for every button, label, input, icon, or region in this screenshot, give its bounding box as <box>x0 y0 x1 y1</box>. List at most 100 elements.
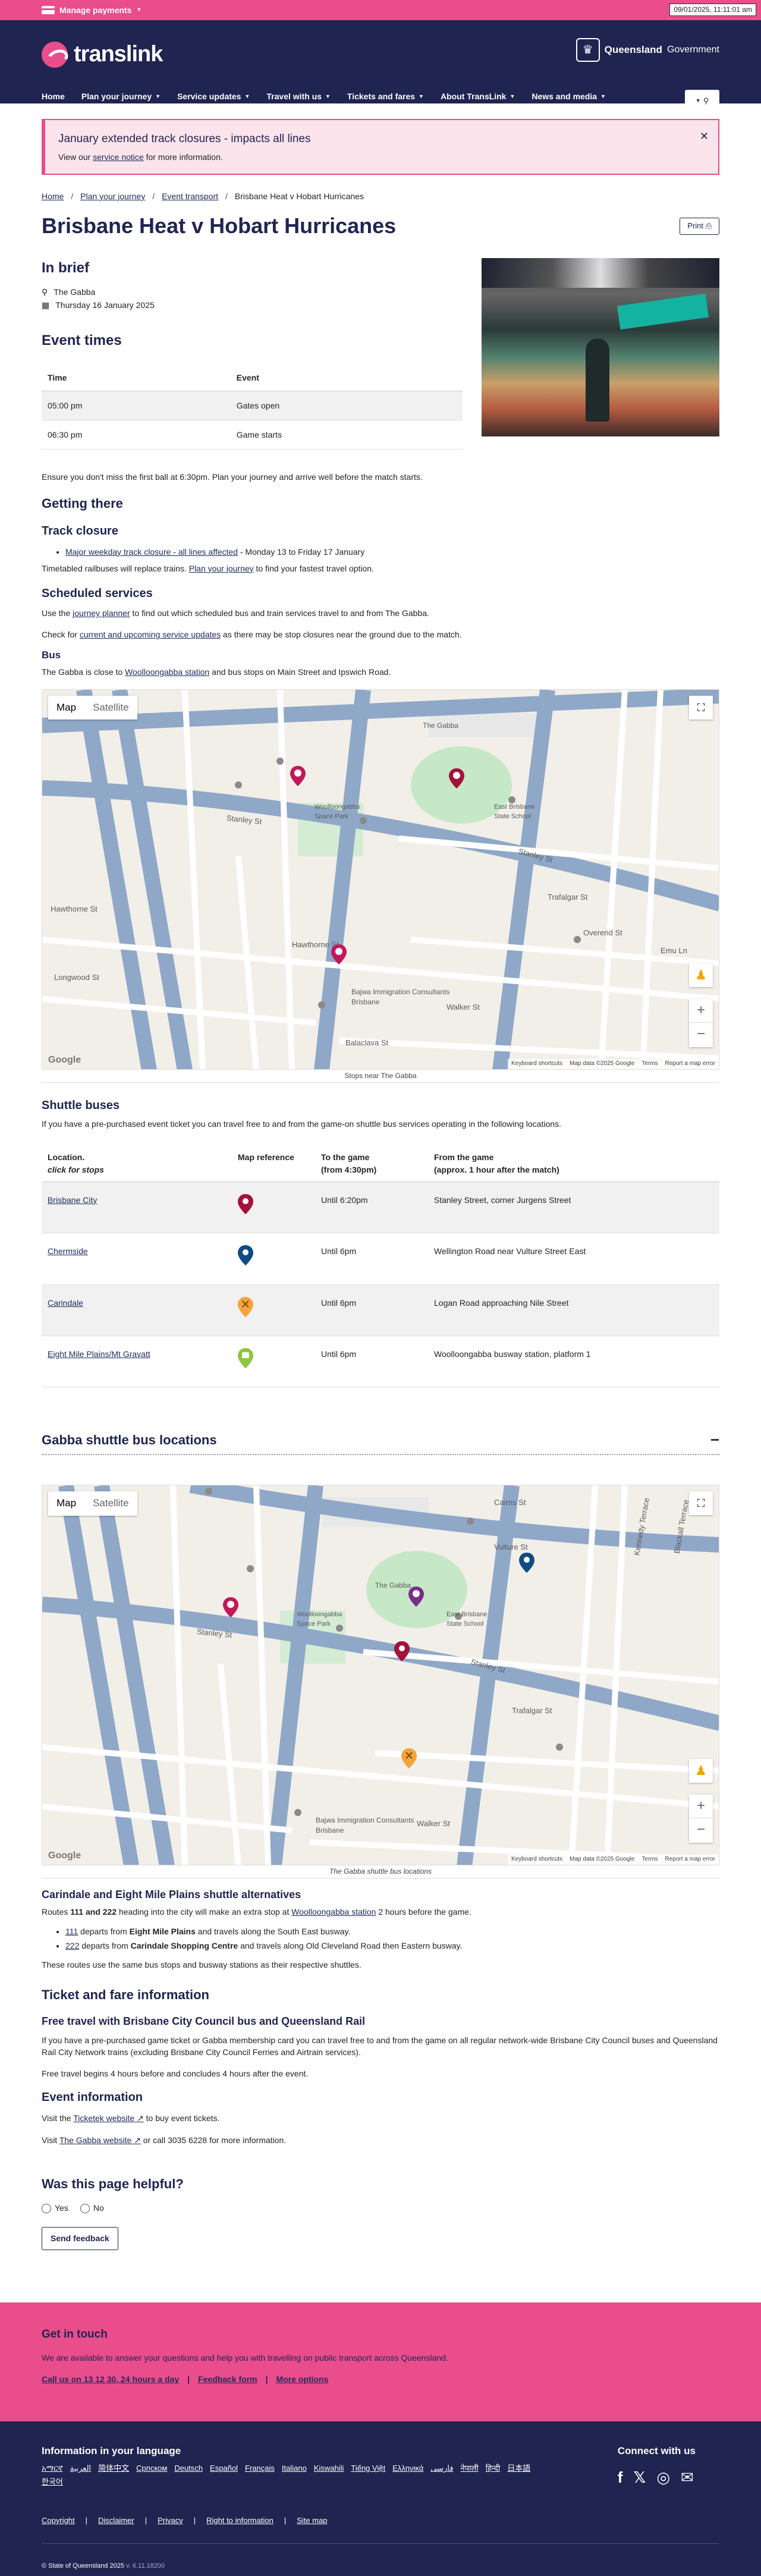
divider: | <box>193 2515 196 2525</box>
woolloongabba-link[interactable]: Woolloongabba station <box>291 1907 376 1917</box>
chermside-shuttle-pin[interactable] <box>519 1552 534 1573</box>
lang-link[interactable]: 简体中文 <box>98 2463 129 2474</box>
fullscreen-icon[interactable]: ⛶ <box>689 1491 713 1515</box>
feedback-link[interactable]: Feedback form <box>198 2373 257 2385</box>
closure-link[interactable]: Major weekday track closure - all lines … <box>65 547 238 557</box>
lang-link[interactable]: فارسی <box>430 2463 453 2474</box>
print-button[interactable]: Print ⎙ <box>680 217 719 235</box>
no-radio[interactable]: No <box>80 2202 104 2214</box>
card-icon <box>42 5 55 14</box>
zoom-in-icon[interactable]: + <box>689 1795 713 1818</box>
translink-logo[interactable]: translink <box>42 38 163 71</box>
map-button[interactable]: Map <box>48 1491 84 1516</box>
journey-planner-link[interactable]: journey planner <box>73 608 130 618</box>
service-updates-link[interactable]: current and upcoming service updates <box>80 630 221 639</box>
lang-link[interactable]: Français <box>245 2463 275 2474</box>
alternatives-heading: Carindale and Eight Mile Plains shuttle … <box>42 1889 301 1901</box>
chevron-down-icon: ▼ <box>695 98 701 104</box>
keyboard-shortcuts[interactable]: Keyboard shortcuts <box>511 1855 562 1864</box>
location-link[interactable]: Eight Mile Plains/Mt Gravatt <box>48 1349 150 1359</box>
satellite-button[interactable]: Satellite <box>84 1491 137 1516</box>
footer-link-copyright[interactable]: Copyright <box>42 2515 75 2527</box>
lang-link[interactable]: 한국어 <box>42 2477 63 2488</box>
gabba-link[interactable]: The Gabba website ↗ <box>59 2135 141 2145</box>
nav-service-updates[interactable]: Service updates ▼ <box>177 90 250 102</box>
location-link[interactable]: Carindale <box>48 1298 83 1308</box>
gabba-pin[interactable] <box>408 1586 424 1607</box>
qld-gov-logo[interactable]: ♛ Queensland Government <box>576 38 719 62</box>
pegman-icon[interactable]: ♟ <box>689 963 713 987</box>
terms-link[interactable]: Terms <box>641 1060 658 1069</box>
report-error-link[interactable]: Report a map error <box>665 1060 715 1069</box>
alternatives-text: Routes 111 and 222 heading into the city… <box>42 1906 719 1918</box>
lang-link[interactable]: हिन्दी <box>486 2463 501 2474</box>
x-icon[interactable]: 𝕏 <box>633 2467 646 2489</box>
lang-link[interactable]: Deutsch <box>174 2463 203 2474</box>
lang-link[interactable]: नेपाली <box>461 2463 479 2474</box>
pegman-icon[interactable]: ♟ <box>689 1758 713 1783</box>
printer-icon: ⎙ <box>705 221 712 230</box>
footer-link-sitemap[interactable]: Site map <box>297 2515 327 2527</box>
shuttle-map[interactable]: The Gabba Woolloongabba Space Park East … <box>42 1484 719 1865</box>
alternatives-list: 111 departs from Eight Mile Plains and t… <box>42 1925 719 1952</box>
close-icon[interactable]: ✕ <box>700 128 709 144</box>
service-notice-link[interactable]: service notice <box>93 152 144 162</box>
stops-map[interactable]: The Gabba Woolloongabba Space Park East … <box>42 689 719 1070</box>
search-button[interactable]: ▼ ⚲ <box>685 90 719 112</box>
collapse-icon[interactable]: − <box>710 1429 719 1452</box>
nav-about[interactable]: About TransLink ▼ <box>441 90 515 102</box>
lang-link[interactable]: አማርኛ <box>42 2463 63 2474</box>
lang-link[interactable]: Kiswahili <box>314 2463 344 2474</box>
footer-link-disclaimer[interactable]: Disclaimer <box>98 2515 134 2527</box>
breadcrumb-home[interactable]: Home <box>42 190 64 202</box>
lang-link[interactable]: Ελληνικά <box>392 2463 423 2474</box>
fullscreen-icon[interactable]: ⛶ <box>689 695 713 720</box>
manage-payments-link[interactable]: Manage payments ▼ <box>42 4 141 16</box>
lang-link[interactable]: العربية <box>70 2463 92 2474</box>
zoom-out-icon[interactable]: − <box>689 1023 713 1047</box>
footer-link-rti[interactable]: Right to information <box>206 2515 273 2527</box>
nav-plan[interactable]: Plan your journey ▼ <box>81 90 161 102</box>
instagram-icon[interactable]: ◎ <box>656 2467 670 2489</box>
nav-travel[interactable]: Travel with us ▼ <box>266 90 331 102</box>
lang-link[interactable]: Italiano <box>282 2463 307 2474</box>
location-link[interactable]: Brisbane City <box>48 1195 97 1205</box>
bus-stop-pin[interactable] <box>223 1597 238 1617</box>
woolloongabba-link[interactable]: Woolloongabba station <box>125 667 209 677</box>
bus-stop-pin[interactable] <box>290 765 306 786</box>
nav-tickets[interactable]: Tickets and fares ▼ <box>347 90 424 102</box>
lang-link[interactable]: Tiếng Việt <box>351 2463 385 2474</box>
map-button[interactable]: Map <box>48 696 84 720</box>
carindale-shuttle-pin[interactable] <box>401 1748 417 1768</box>
keyboard-shortcuts[interactable]: Keyboard shortcuts <box>511 1060 562 1069</box>
lang-link[interactable]: Српском <box>136 2463 167 2474</box>
facebook-icon[interactable]: f <box>618 2467 623 2489</box>
plan-journey-link[interactable]: Plan your journey <box>189 564 254 573</box>
satellite-button[interactable]: Satellite <box>84 696 137 720</box>
footer-link-privacy[interactable]: Privacy <box>158 2515 183 2527</box>
brisbane-city-shuttle-pin[interactable] <box>394 1641 410 1661</box>
lang-link[interactable]: 日本語 <box>507 2463 530 2474</box>
more-options-link[interactable]: More options <box>276 2373 329 2385</box>
route-link[interactable]: 222 <box>65 1941 79 1950</box>
call-link[interactable]: Call us on 13 12 30, 24 hours a day <box>42 2373 179 2385</box>
email-icon[interactable]: ✉ <box>681 2467 694 2489</box>
lang-link[interactable]: Español <box>210 2463 238 2474</box>
location-link[interactable]: Chermside <box>48 1246 88 1256</box>
zoom-out-icon[interactable]: − <box>689 1818 713 1842</box>
terms-link[interactable]: Terms <box>641 1855 658 1864</box>
route-link[interactable]: 111 <box>65 1927 78 1936</box>
nav-home[interactable]: Home <box>42 90 65 102</box>
zoom-in-icon[interactable]: + <box>689 999 713 1023</box>
yes-radio[interactable]: Yes <box>42 2202 68 2214</box>
breadcrumb-event-transport[interactable]: Event transport <box>162 190 218 202</box>
breadcrumb-plan[interactable]: Plan your journey <box>80 190 145 202</box>
shuttle-locations-accordion[interactable]: Gabba shuttle bus locations − <box>42 1429 719 1455</box>
bus-stop-pin[interactable] <box>331 944 347 965</box>
nav-news[interactable]: News and media ▼ <box>532 90 606 102</box>
send-feedback-button[interactable]: Send feedback <box>42 2227 118 2250</box>
ticketek-link[interactable]: Ticketek website ↗ <box>73 2113 144 2123</box>
print-label: Print <box>687 221 703 230</box>
gabba-pin[interactable] <box>449 768 464 788</box>
report-error-link[interactable]: Report a map error <box>665 1855 715 1864</box>
